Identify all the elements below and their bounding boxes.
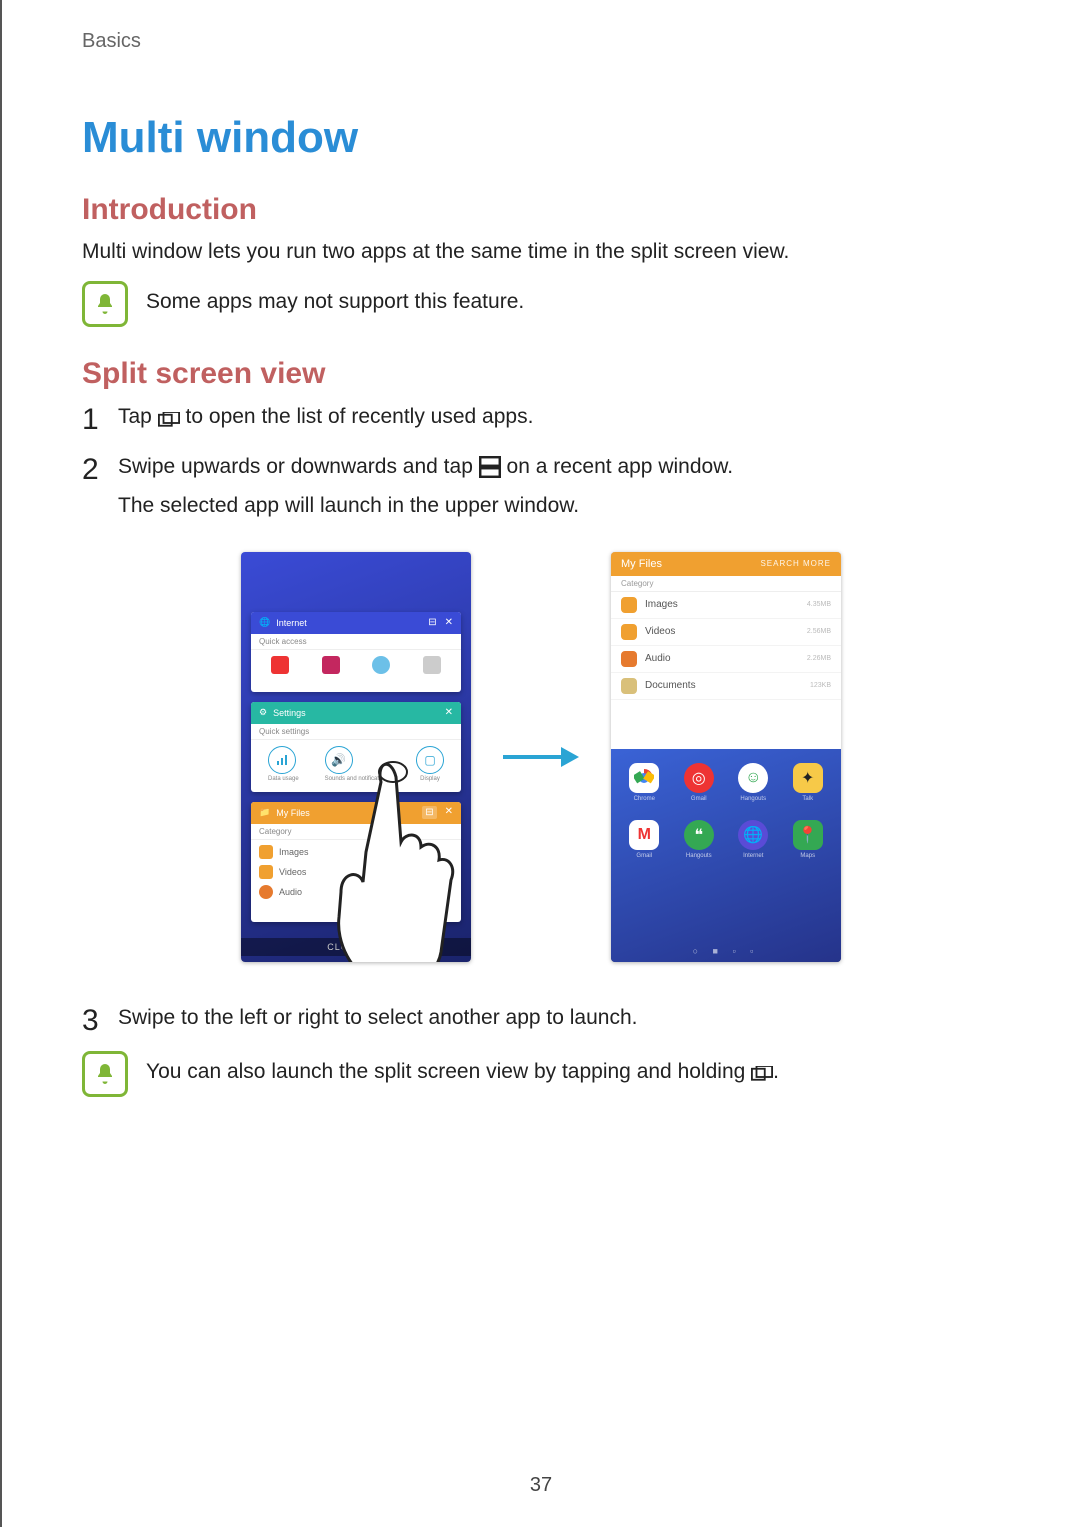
split-icon [479, 456, 501, 474]
quote-icon: ❝ [684, 820, 714, 850]
quickaccess-icon-3 [372, 656, 390, 674]
myfiles-item: Images4.35MB [611, 592, 841, 619]
split-icon: ⊟ [428, 617, 436, 628]
steps-list: Tap to open the list of recently used ap… [82, 401, 1000, 522]
card-internet-sub: Quick access [251, 634, 461, 650]
myfiles-header-actions: SEARCH MORE [760, 559, 831, 568]
page-number: 37 [2, 1474, 1080, 1497]
maps-icon: 📍 [793, 820, 823, 850]
arrow-right-icon [501, 742, 581, 772]
folder-icon: 📁 [259, 807, 270, 818]
step-2-text-c: The selected app will launch in the uppe… [118, 490, 1000, 522]
section-introduction: Introduction [82, 193, 1000, 227]
app-name-gmail: Gmail [629, 853, 659, 859]
app-row-1: Chrome ◎ Gmail ☺ Hangouts ✦ Talk [611, 749, 841, 806]
step-1-text-a: Tap [118, 405, 158, 428]
globe-icon: 🌐 [259, 617, 270, 628]
note-1: Some apps may not support this feature. [82, 281, 1000, 327]
figure: 🌐 Internet ⊟ ✕ Quick access [82, 552, 1000, 962]
quickaccess-icon-1 [271, 656, 289, 674]
app-name-chrome: Chrome [629, 796, 659, 802]
close-icon: ✕ [445, 617, 453, 628]
hand-pointer-icon [281, 732, 471, 962]
manual-page: Basics Multi window Introduction Multi w… [0, 0, 1080, 1527]
myfiles-header: My Files SEARCH MORE [611, 552, 841, 576]
app-name-maps: Maps [793, 853, 823, 859]
hangouts-icon: ☺ [738, 763, 768, 793]
nav-dots: ○ ■ ▫ ▫ [611, 940, 841, 962]
split-bottom-pane: Chrome ◎ Gmail ☺ Hangouts ✦ Talk M Gmail ❝ Ha… [611, 749, 841, 962]
note-2: You can also launch the split screen vie… [82, 1051, 1000, 1097]
myfiles-category: Category [611, 576, 841, 592]
recents-icon [751, 1062, 773, 1080]
app-name-1: Gmail [684, 796, 714, 802]
step-2-text-a: Swipe upwards or downwards and tap [118, 455, 479, 478]
note-2-text: You can also launch the split screen vie… [146, 1051, 1000, 1086]
myfiles-item: Documents123KB [611, 673, 841, 700]
step-2-text-b: on a recent app window. [507, 455, 734, 478]
recents-icon [158, 407, 180, 425]
step-3: Swipe to the left or right to select ano… [82, 1002, 1000, 1034]
note-1-text: Some apps may not support this feature. [146, 281, 1000, 316]
app-name-3: Talk [793, 796, 823, 802]
quickaccess-icon-2 [322, 656, 340, 674]
breadcrumb: Basics [82, 30, 1000, 53]
myfiles-item: Audio2.26MB [611, 646, 841, 673]
red-circle-icon: ◎ [684, 763, 714, 793]
close-icon: ✕ [445, 707, 453, 718]
note-bell-icon [82, 1051, 128, 1097]
phone-left: 🌐 Internet ⊟ ✕ Quick access [241, 552, 471, 962]
note-bell-icon [82, 281, 128, 327]
step-2: Swipe upwards or downwards and tap on a … [82, 451, 1000, 522]
gear-icon: ⚙ [259, 707, 267, 718]
phone-right: My Files SEARCH MORE Category Images4.35… [611, 552, 841, 962]
app-name-6: Internet [738, 853, 768, 859]
split-top-pane: My Files SEARCH MORE Category Images4.35… [611, 552, 841, 749]
quickaccess-icon-4 [423, 656, 441, 674]
page-title: Multi window [82, 113, 1000, 163]
card-internet-title: Internet [276, 618, 307, 628]
internet-icon: 🌐 [738, 820, 768, 850]
section-split: Split screen view [82, 357, 1000, 391]
myfiles-item: Videos2.56MB [611, 619, 841, 646]
gmail-icon: M [629, 820, 659, 850]
yellow-app-icon: ✦ [793, 763, 823, 793]
step-1: Tap to open the list of recently used ap… [82, 401, 1000, 433]
step-1-text-b: to open the list of recently used apps. [186, 405, 534, 428]
app-name-2: Hangouts [738, 796, 768, 802]
app-row-2: M Gmail ❝ Hangouts 🌐 Internet 📍 Maps [611, 806, 841, 863]
steps-list-continued: Swipe to the left or right to select ano… [82, 1002, 1000, 1034]
app-name-5: Hangouts [684, 853, 714, 859]
recents-card-internet: 🌐 Internet ⊟ ✕ Quick access [251, 612, 461, 692]
card-settings-title: Settings [273, 708, 306, 718]
intro-text: Multi window lets you run two apps at th… [82, 237, 1000, 266]
chrome-icon [629, 763, 659, 793]
